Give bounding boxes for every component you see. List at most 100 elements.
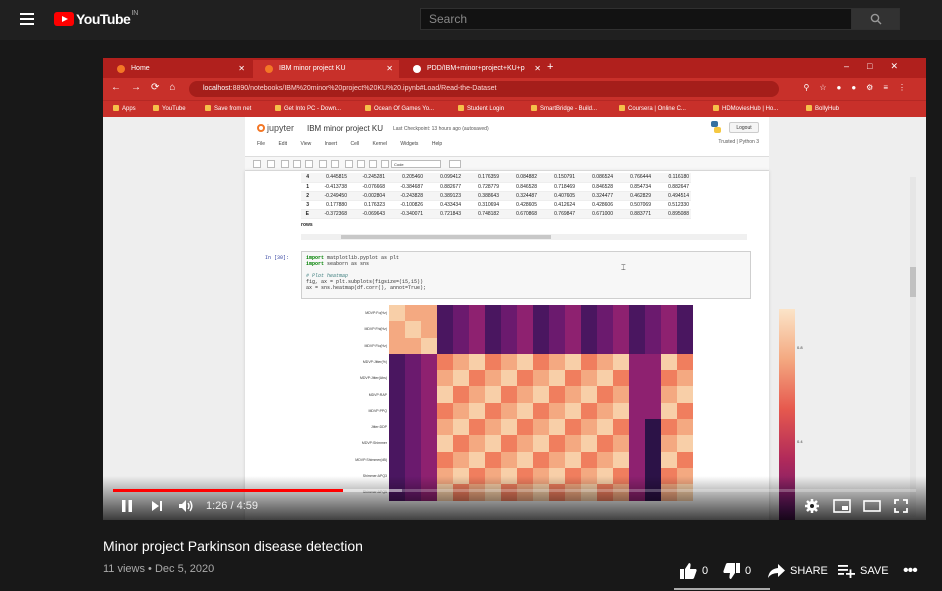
menu-widgets: Widgets: [400, 141, 419, 147]
notebook-title: IBM minor project KU: [307, 124, 384, 133]
heatmap-cell: [581, 370, 597, 387]
move-down-icon: [331, 160, 339, 168]
miniplayer-button[interactable]: [833, 498, 851, 514]
heatmap-cell: [597, 370, 613, 387]
table-cell: 0.507069: [615, 200, 653, 210]
youtube-logo[interactable]: YouTube IN: [54, 10, 138, 27]
heatmap-cell: [597, 321, 613, 338]
heatmap-cell: [533, 353, 549, 371]
youtube-play-icon: [54, 12, 74, 26]
jupyter-logo: jupyter: [257, 123, 294, 133]
bookmark-item: Ocean Of Games Yo...: [365, 105, 434, 112]
more-actions-button[interactable]: •••: [903, 560, 918, 582]
menu-view: View: [300, 141, 312, 147]
table-cell: 0.766444: [615, 173, 653, 183]
heatmap-cell: [453, 337, 469, 354]
share-button[interactable]: SHARE: [768, 560, 828, 582]
python-logo-icon: [711, 121, 721, 133]
heatmap-cell: [517, 386, 533, 403]
heatmap-cell: [389, 321, 405, 338]
heatmap-cell: [565, 305, 581, 322]
heatmap-cell: [565, 337, 581, 354]
table-cell: -0.100826: [387, 200, 425, 210]
tab-label: PDD/IBM+minor+project+KU+p: [427, 65, 525, 72]
heatmap-cell: [629, 435, 645, 452]
heatmap-cell: [629, 337, 645, 354]
jupyter-header: jupyter IBM minor project KU Last Checkp…: [245, 117, 769, 157]
table-cell: 0.882677: [425, 182, 463, 192]
table-cell: 0.412624: [539, 200, 577, 210]
table-cell: 0.895088: [653, 209, 691, 219]
tab-label: Home: [131, 65, 150, 72]
menu-insert: Insert: [324, 141, 338, 147]
table-cell: -0.384687: [387, 182, 425, 192]
heatmap-cell: [485, 451, 501, 468]
table-cell: 0.150791: [539, 173, 577, 183]
menu-icon[interactable]: [20, 13, 34, 25]
theater-mode-button[interactable]: [863, 498, 881, 514]
heatmap-cell: [677, 451, 693, 468]
progress-bar[interactable]: [113, 489, 916, 492]
close-icon: ✕: [238, 64, 245, 73]
thumbs-up-icon: [680, 563, 697, 579]
settings-button[interactable]: [804, 498, 820, 514]
heatmap-cell: [485, 321, 501, 338]
heatmap-cell: [421, 337, 437, 354]
menu-kernel: Kernel: [372, 141, 387, 147]
next-button[interactable]: [149, 498, 165, 514]
table-row: 3 0.177880 0.176323 -0.100826 0.433434 0.3106…: [301, 200, 691, 210]
heatmap-row-label: MDVP:Fhi(Hz): [364, 327, 387, 332]
heatmap-cell: [437, 305, 453, 322]
table-row: E -0.372368 -0.069643 -0.340071 0.721843 0.74…: [301, 209, 691, 219]
heatmap-cell: [485, 337, 501, 354]
table-cell: -0.413738: [311, 182, 349, 192]
browser-tab-pdd: PDD/IBM+minor+project+KU+p ✕: [401, 60, 547, 78]
pause-button[interactable]: [119, 498, 135, 514]
heatmap-cell: [501, 402, 517, 420]
table-cell: -0.372368: [311, 209, 349, 219]
notebook-area: 4 0.445815 -0.245281 0.205460 0.099412 0.1763…: [245, 171, 803, 520]
table-cell: 0.388643: [463, 191, 501, 201]
heatmap-row-label: MDVP:Jitter(%): [362, 359, 387, 364]
heatmap-cell: [517, 321, 533, 338]
heatmap-cell: [613, 305, 629, 322]
heatmap-cell: [565, 419, 581, 436]
table-cell: -0.076668: [349, 182, 387, 192]
jupyter-toolbar: Code: [245, 157, 769, 171]
heatmap-cell: [437, 370, 453, 387]
url-path: :8890/notebooks/IBM%20minor%20project%20…: [230, 85, 497, 92]
row-index: 1: [301, 182, 311, 192]
heatmap-cell: [645, 402, 661, 420]
heatmap-cell: [661, 435, 677, 452]
search-input[interactable]: [421, 9, 851, 29]
heatmap-cell: [405, 451, 421, 468]
heatmap-cell: [405, 337, 421, 354]
heatmap-cell: [421, 435, 437, 452]
publish-date: Dec 5, 2020: [154, 563, 215, 575]
table-cell: 0.728779: [463, 182, 501, 192]
table-cell: 0.883771: [615, 209, 653, 219]
bookmark-item: BollyHub: [806, 105, 839, 112]
heatmap-cell: [597, 451, 613, 468]
heatmap-cell: [453, 419, 469, 436]
heatmap-cell: [549, 451, 565, 468]
volume-button[interactable]: [177, 498, 195, 514]
heatmap-cell: [501, 386, 517, 403]
fullscreen-button[interactable]: [893, 498, 909, 514]
video-player[interactable]: Home ✕ IBM minor project KU ✕ PDD/IBM+mi…: [103, 58, 926, 520]
like-button[interactable]: 0: [680, 560, 708, 582]
heatmap-cell: [533, 370, 549, 387]
heatmap-cell: [661, 419, 677, 436]
heatmap-cell: [469, 370, 485, 387]
bookmark-item: Student Login: [458, 105, 504, 112]
jupyter-favicon-icon: [265, 65, 273, 73]
heatmap-cell: [661, 353, 677, 371]
dislike-button[interactable]: 0: [723, 560, 751, 582]
table-cell: 0.512330: [653, 200, 691, 210]
table-cell: 0.846528: [577, 182, 615, 192]
table-cell: 0.718469: [539, 182, 577, 192]
search-button[interactable]: [851, 8, 900, 30]
table-cell: 0.428606: [577, 200, 615, 210]
save-button[interactable]: SAVE: [838, 560, 889, 582]
heatmap-cell: [501, 353, 517, 371]
